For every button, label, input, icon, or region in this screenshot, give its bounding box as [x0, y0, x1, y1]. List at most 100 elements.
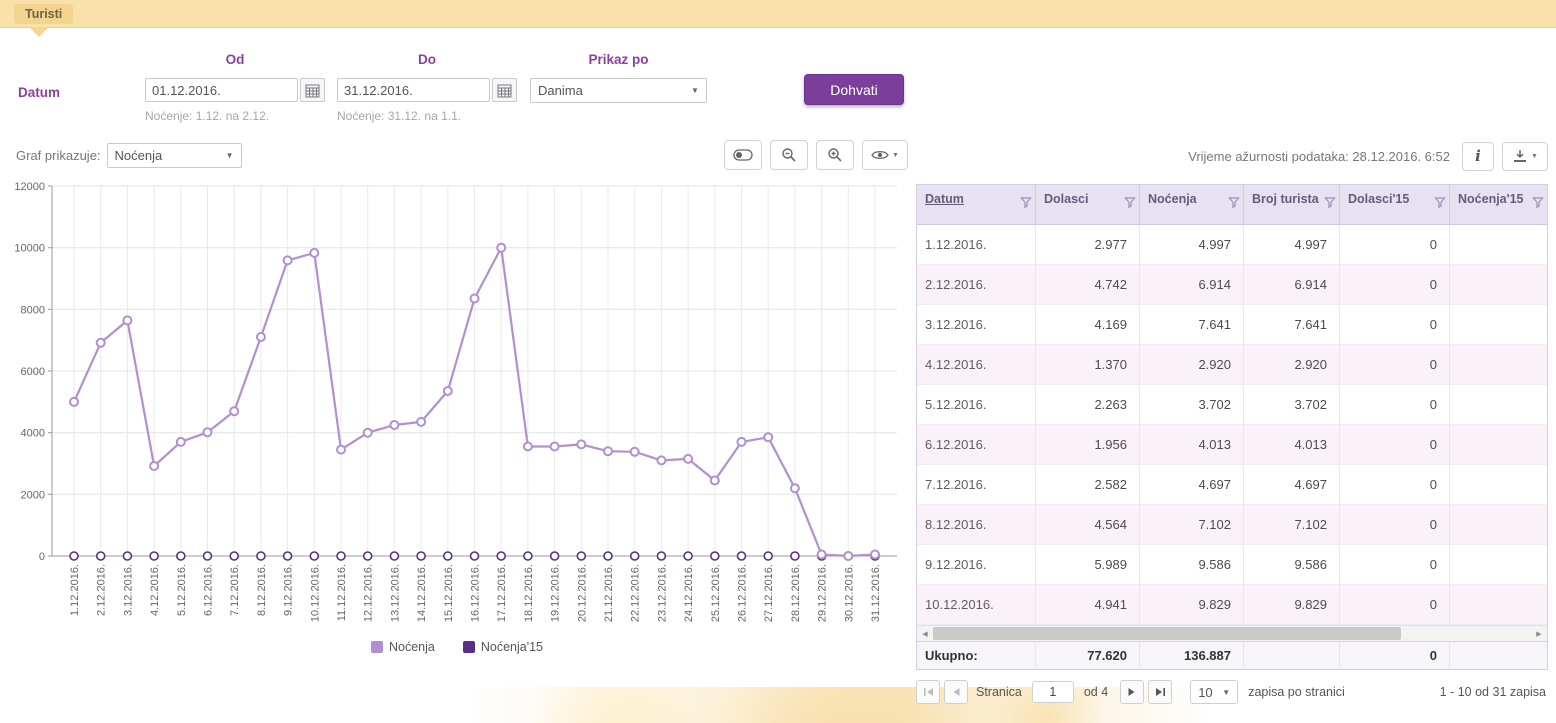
table-row[interactable]: 1.12.2016.2.9774.9974.9970	[917, 225, 1547, 265]
table-row[interactable]: 7.12.2016.2.5824.6974.6970	[917, 465, 1547, 505]
zoom-in-icon	[827, 147, 843, 163]
table-row[interactable]: 10.12.2016.4.9419.8299.8290	[917, 585, 1547, 625]
cell-value: 0	[1340, 345, 1450, 384]
last-page-button[interactable]	[1148, 680, 1172, 704]
first-page-icon	[923, 687, 934, 697]
chart-legend: Noćenja Noćenja'15	[8, 640, 906, 656]
series-visibility-button[interactable]: ▼	[862, 140, 908, 170]
scroll-right-arrow[interactable]: ▶	[1531, 626, 1547, 641]
info-button[interactable]: i	[1462, 142, 1494, 171]
chart-toggle-button[interactable]	[724, 140, 762, 170]
filter-icon[interactable]	[1532, 196, 1544, 208]
do-date-input[interactable]	[337, 78, 490, 102]
legend-swatch	[463, 641, 475, 653]
column-header-broj-turista[interactable]: Broj turista	[1244, 185, 1340, 224]
table-row[interactable]: 3.12.2016.4.1697.6417.6410	[917, 305, 1547, 345]
od-label: Od	[145, 52, 325, 67]
table-row[interactable]: 4.12.2016.1.3702.9202.9200	[917, 345, 1547, 385]
cell-value: 4.941	[1036, 585, 1140, 624]
filter-icon[interactable]	[1324, 196, 1336, 208]
column-header-dolasci15[interactable]: Dolasci'15	[1340, 185, 1450, 224]
zoom-out-button[interactable]	[770, 140, 808, 170]
svg-text:29.12.2016.: 29.12.2016.	[817, 564, 829, 622]
filter-icon[interactable]	[1434, 196, 1446, 208]
cell-value: 4.013	[1244, 425, 1340, 464]
filter-icon[interactable]	[1228, 196, 1240, 208]
filter-icon[interactable]	[1124, 196, 1136, 208]
download-button[interactable]: ▼	[1502, 142, 1548, 171]
cell-value	[1450, 385, 1547, 424]
do-datepicker	[337, 78, 517, 102]
cell-value: 9.829	[1244, 585, 1340, 624]
svg-text:0: 0	[39, 551, 45, 563]
column-header-no-enja15[interactable]: Noćenja'15	[1450, 185, 1547, 224]
graf-prikazuje-select[interactable]: Noćenja ▼	[107, 143, 242, 168]
svg-text:23.12.2016.: 23.12.2016.	[656, 564, 668, 622]
svg-text:22.12.2016.: 22.12.2016.	[630, 564, 642, 622]
svg-text:1.12.2016.: 1.12.2016.	[69, 564, 81, 616]
svg-text:8000: 8000	[21, 304, 45, 316]
table-row[interactable]: 5.12.2016.2.2633.7023.7020	[917, 385, 1547, 425]
table-row[interactable]: 8.12.2016.4.5647.1027.1020	[917, 505, 1547, 545]
cell-value: 0	[1340, 505, 1450, 544]
prikaz-po-select[interactable]: Danima ▼	[530, 78, 707, 103]
cell-value: 2.263	[1036, 385, 1140, 424]
scroll-left-arrow[interactable]: ◀	[917, 626, 933, 641]
cell-value: 3.702	[1140, 385, 1244, 424]
cell-value: 0	[1340, 545, 1450, 584]
cell-value: 2.977	[1036, 225, 1140, 264]
cell-value: 9.586	[1244, 545, 1340, 584]
cell-value: 4.997	[1244, 225, 1340, 264]
page-size-select[interactable]: 10 ▼	[1190, 680, 1238, 704]
svg-text:24.12.2016.: 24.12.2016.	[683, 564, 695, 622]
table-row[interactable]: 2.12.2016.4.7426.9146.9140	[917, 265, 1547, 305]
svg-text:14.12.2016.: 14.12.2016.	[416, 564, 428, 622]
cell-value: 0	[1340, 425, 1450, 464]
page-of-text: od 4	[1084, 685, 1108, 699]
chevron-down-icon: ▼	[684, 79, 706, 102]
svg-text:6.12.2016.: 6.12.2016.	[203, 564, 215, 616]
cell-value: 0	[1340, 225, 1450, 264]
page-number-input[interactable]	[1032, 681, 1074, 703]
svg-text:27.12.2016.: 27.12.2016.	[763, 564, 775, 622]
column-header-dolasci[interactable]: Dolasci	[1036, 185, 1140, 224]
cell-date: 1.12.2016.	[917, 225, 1036, 264]
svg-text:10.12.2016.: 10.12.2016.	[309, 564, 321, 622]
svg-text:21.12.2016.: 21.12.2016.	[603, 564, 615, 622]
next-page-button[interactable]	[1120, 680, 1144, 704]
cell-value	[1450, 585, 1547, 624]
scrollbar-thumb[interactable]	[933, 627, 1401, 640]
svg-text:12.12.2016.: 12.12.2016.	[363, 564, 375, 622]
total-value	[1244, 642, 1340, 669]
cell-value: 2.920	[1140, 345, 1244, 384]
tab-turisti[interactable]: Turisti	[14, 4, 73, 24]
svg-text:11.12.2016.: 11.12.2016.	[336, 564, 348, 621]
prev-page-button[interactable]	[944, 680, 968, 704]
legend-label: Noćenja'15	[481, 640, 543, 654]
filter-icon[interactable]	[1020, 196, 1032, 208]
legend-item-no-enja15[interactable]: Noćenja'15	[463, 640, 543, 654]
horizontal-scrollbar[interactable]: ◀ ▶	[917, 625, 1547, 641]
cell-value: 7.102	[1140, 505, 1244, 544]
data-updated-text: Vrijeme ažurnosti podataka: 28.12.2016. …	[1188, 149, 1450, 164]
svg-text:20.12.2016.: 20.12.2016.	[576, 564, 588, 622]
first-page-button[interactable]	[916, 680, 940, 704]
zoom-in-button[interactable]	[816, 140, 854, 170]
toggle-icon	[733, 149, 753, 161]
table-row[interactable]: 9.12.2016.5.9899.5869.5860	[917, 545, 1547, 585]
table-row[interactable]: 6.12.2016.1.9564.0134.0130	[917, 425, 1547, 465]
svg-text:25.12.2016.: 25.12.2016.	[710, 564, 722, 622]
datum-label: Datum	[18, 85, 60, 100]
dohvati-button[interactable]: Dohvati	[804, 74, 904, 105]
cell-value: 6.914	[1244, 265, 1340, 304]
column-header-datum[interactable]: Datum	[917, 185, 1036, 224]
cell-value: 4.997	[1140, 225, 1244, 264]
svg-text:17.12.2016.: 17.12.2016.	[496, 564, 508, 622]
cell-date: 7.12.2016.	[917, 465, 1036, 504]
od-date-input[interactable]	[145, 78, 298, 102]
column-header-no-enja[interactable]: Noćenja	[1140, 185, 1244, 224]
legend-item-no-enja[interactable]: Noćenja	[371, 640, 435, 654]
chevron-down-icon: ▼	[1215, 681, 1237, 703]
od-calendar-button[interactable]	[300, 78, 325, 102]
do-calendar-button[interactable]	[492, 78, 517, 102]
